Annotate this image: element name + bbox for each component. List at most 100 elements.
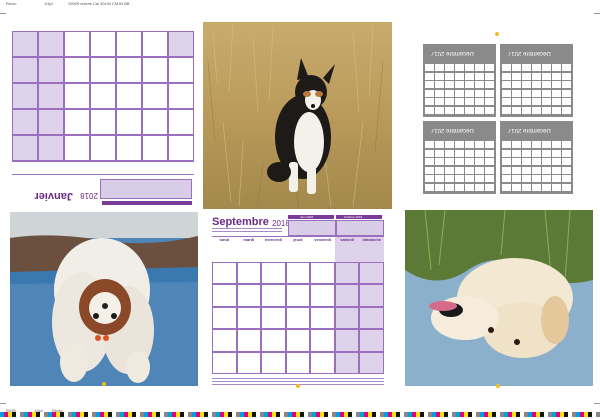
day-cell — [435, 149, 444, 157]
day-cell — [512, 175, 521, 182]
day-cell — [522, 158, 531, 165]
mini-calendar-october-title: Octobre 2018 — [344, 215, 363, 219]
day-cell — [485, 149, 494, 157]
day-cell — [542, 166, 551, 174]
day-cell — [38, 31, 64, 57]
day-cell — [90, 135, 116, 161]
day-cell — [310, 329, 335, 352]
day-cell — [562, 175, 571, 182]
day-cell — [310, 284, 335, 307]
mini-calendar-june-title: Juin 2018 — [300, 215, 314, 219]
day-cell — [465, 175, 474, 182]
day-cell — [455, 149, 464, 157]
day-cell — [475, 106, 484, 114]
day-cell — [142, 109, 168, 135]
day-cell — [532, 72, 541, 80]
day-cell — [116, 31, 142, 57]
day-cell — [532, 149, 541, 157]
day-cell — [502, 81, 511, 88]
day-cell — [532, 81, 541, 88]
day-cell — [485, 72, 494, 80]
day-cell — [435, 64, 444, 71]
day-cell — [502, 72, 511, 80]
day-cell — [512, 64, 521, 71]
december-mini-calendar: Décembre 2017 — [423, 121, 496, 194]
day-cell — [455, 175, 464, 182]
day-cell — [512, 72, 521, 80]
weekday-label-lundi: lundi — [212, 236, 237, 262]
day-cell — [542, 81, 551, 88]
day-cell — [261, 284, 286, 307]
december-mini-title: Décembre 2017 — [508, 127, 551, 133]
day-cell — [116, 135, 142, 161]
day-cell — [64, 109, 90, 135]
day-cell — [38, 109, 64, 135]
day-cell — [168, 135, 194, 161]
january-mini-calendar — [100, 179, 192, 199]
day-cell — [261, 351, 286, 374]
day-cell — [562, 81, 571, 88]
weekday-label-samedi: samedi — [334, 236, 360, 262]
day-cell — [334, 329, 360, 352]
day-cell — [562, 64, 571, 71]
december-mini-calendar: Décembre 2017 — [500, 44, 573, 117]
day-cell — [435, 98, 444, 105]
calendar-december-panel: Décembre 2017 Décembre 2017 Décembre 2017 D… — [423, 44, 573, 194]
day-cell — [64, 57, 90, 83]
note-line — [212, 228, 282, 229]
day-cell — [236, 262, 262, 285]
day-cell — [532, 175, 541, 182]
day-cell — [455, 64, 464, 71]
day-cell — [465, 141, 474, 148]
day-cell — [261, 306, 286, 330]
day-cell — [359, 262, 384, 285]
day-cell — [64, 135, 90, 161]
day-cell — [475, 72, 484, 80]
day-cell — [502, 149, 511, 157]
day-cell — [542, 149, 551, 157]
day-cell — [310, 351, 335, 374]
day-cell — [445, 158, 454, 165]
day-cell — [455, 158, 464, 165]
day-cell — [435, 141, 444, 148]
day-cell — [38, 83, 64, 109]
slug-top-left: Recto — [6, 1, 17, 6]
day-cell — [12, 83, 38, 109]
day-cell — [512, 166, 521, 174]
day-cell — [359, 329, 384, 352]
day-cell — [542, 98, 551, 105]
weekday-label-jeudi: jeudi — [285, 236, 311, 262]
day-cell — [334, 284, 360, 307]
day-cell — [445, 72, 454, 80]
day-cell — [116, 109, 142, 135]
day-cell — [455, 72, 464, 80]
day-cell — [142, 57, 168, 83]
day-cell — [475, 141, 484, 148]
dog-labrador-photo — [405, 210, 593, 386]
day-cell — [310, 306, 335, 330]
day-cell — [532, 158, 541, 165]
day-cell — [455, 106, 464, 114]
day-cell — [475, 81, 484, 88]
day-cell — [502, 158, 511, 165]
day-cell — [90, 83, 116, 109]
day-cell — [359, 284, 384, 307]
day-cell — [475, 158, 484, 165]
day-cell — [435, 175, 444, 182]
day-cell — [261, 262, 286, 285]
day-cell — [475, 64, 484, 71]
day-cell — [532, 166, 541, 174]
day-cell — [455, 81, 464, 88]
day-cell — [502, 175, 511, 182]
labrador-illustration — [405, 210, 593, 386]
dog-shihtzu-photo — [10, 212, 198, 386]
day-cell — [236, 351, 262, 374]
day-cell — [285, 284, 311, 307]
day-cell — [522, 175, 531, 182]
day-cell — [532, 106, 541, 114]
day-cell — [522, 141, 531, 148]
day-cell — [485, 106, 494, 114]
december-mini-title: Décembre 2017 — [508, 50, 551, 56]
day-cell — [425, 141, 434, 148]
day-cell — [435, 166, 444, 174]
